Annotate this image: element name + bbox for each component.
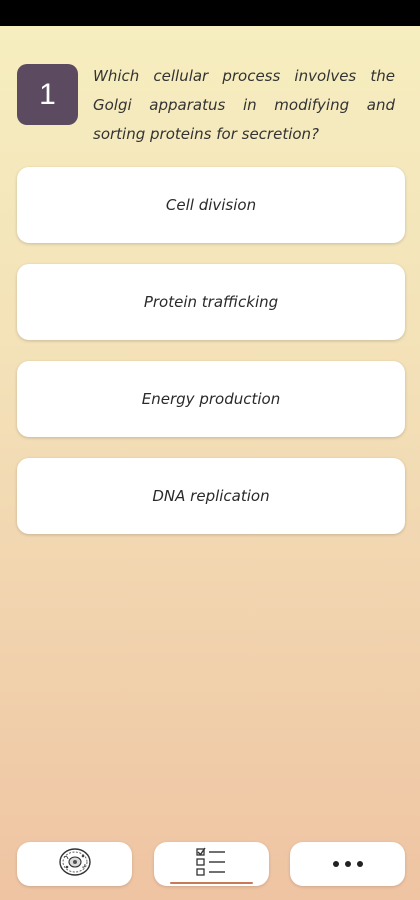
answer-option[interactable]: DNA replication [17,458,405,534]
more-button[interactable] [290,842,405,886]
question-text: Which cellular process involves the Golg… [93,67,395,143]
question-list-button[interactable] [153,842,269,886]
answer-option[interactable]: Cell division [17,167,405,243]
checklist-icon [194,847,228,881]
bottom-nav [17,842,405,886]
answer-options: Cell division Protein trafficking Energy… [17,167,405,555]
more-icon [332,861,363,867]
answer-option[interactable]: Protein trafficking [17,264,405,340]
answer-option[interactable]: Energy production [17,361,405,437]
cell-topic-button[interactable] [17,842,132,886]
status-bar [0,0,420,26]
question-number-badge: 1 [17,64,78,125]
cell-icon [58,847,92,881]
